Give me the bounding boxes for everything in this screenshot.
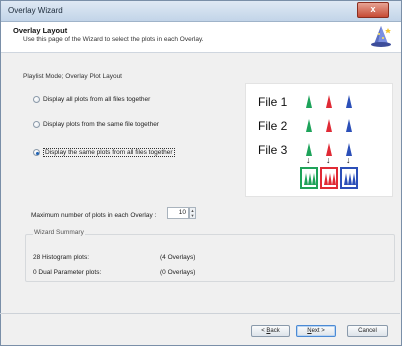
radio-button[interactable]: [33, 121, 40, 128]
file-label: File 3: [258, 143, 288, 157]
spin-down-icon[interactable]: ▼: [190, 213, 195, 218]
green-peak-icon: [306, 95, 312, 108]
option-label: Display the same plots from all files to…: [43, 148, 175, 157]
arrow-down-icon: ↓: [346, 155, 351, 165]
option-all-plots-together[interactable]: Display all plots from all files togethe…: [33, 96, 150, 103]
page-title: Overlay Layout: [13, 26, 68, 35]
red-peak-icon: [326, 95, 332, 108]
green-peak-icon: [306, 119, 312, 132]
blue-peak-icon: [346, 95, 352, 108]
radio-button-selected[interactable]: [33, 149, 40, 156]
option-label: Display all plots from all files togethe…: [43, 96, 151, 103]
summary-row-value: (0 Overlays): [160, 269, 196, 276]
window-title: Overlay Wizard: [8, 6, 63, 15]
max-plots-label: Maximum number of plots in each Overlay …: [31, 212, 157, 219]
blue-peak-icon: [346, 119, 352, 132]
option-label: Display plots from the same file togethe…: [43, 121, 159, 128]
option-same-file-together[interactable]: Display plots from the same file togethe…: [33, 121, 159, 128]
footer-divider: [0, 313, 400, 314]
red-peak-icon: [326, 119, 332, 132]
blue-overlay-box: [340, 167, 358, 189]
max-plots-input[interactable]: 10: [167, 207, 189, 219]
cancel-button[interactable]: Cancel: [347, 325, 388, 337]
file-label: File 1: [258, 95, 288, 109]
max-plots-spinner[interactable]: ▲ ▼: [189, 207, 196, 219]
radio-button[interactable]: [33, 96, 40, 103]
summary-row-label: 28 Histogram plots:: [33, 254, 89, 261]
wizard-summary-title: Wizard Summary: [33, 229, 85, 236]
title-bar: Overlay Wizard x: [1, 1, 401, 22]
arrow-down-icon: ↓: [326, 155, 331, 165]
back-button[interactable]: < Back: [251, 325, 290, 337]
wizard-hat-icon: [371, 26, 391, 47]
summary-row-value: (4 Overlays): [160, 254, 196, 261]
next-button[interactable]: Next >: [296, 325, 336, 337]
wizard-header: Overlay Layout Use this page of the Wiza…: [1, 22, 401, 53]
summary-row-label: 0 Dual Parameter plots:: [33, 269, 102, 276]
arrow-down-icon: ↓: [306, 155, 311, 165]
green-overlay-box: [300, 167, 318, 189]
layout-group-label: Playlist Mode; Overlay Plot Layout: [23, 73, 122, 80]
file-label: File 2: [258, 119, 288, 133]
option-same-plots-all-files[interactable]: Display the same plots from all files to…: [33, 148, 175, 157]
close-button[interactable]: x: [357, 2, 389, 18]
layout-preview-diagram: File 1 File 2 File 3 ↓ ↓ ↓: [245, 83, 393, 197]
red-overlay-box: [320, 167, 338, 189]
page-subtitle: Use this page of the Wizard to select th…: [23, 36, 204, 43]
